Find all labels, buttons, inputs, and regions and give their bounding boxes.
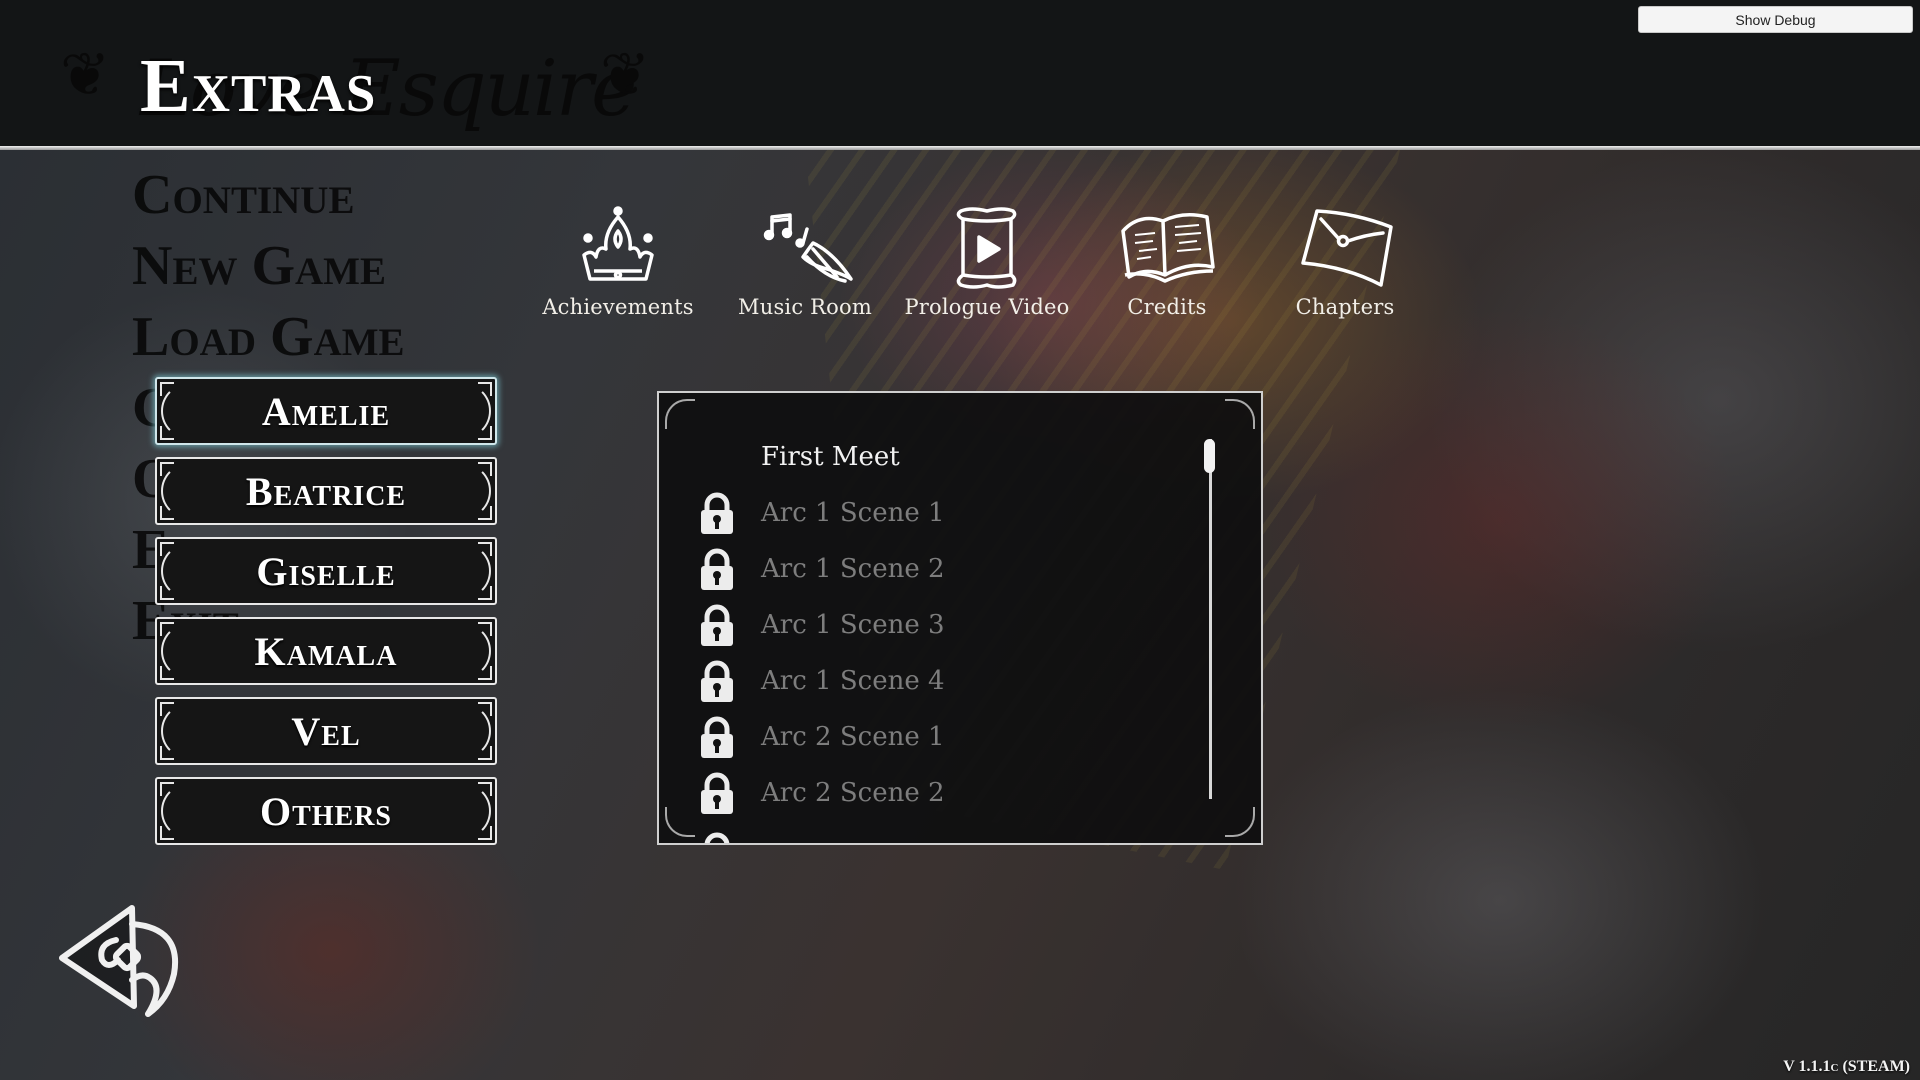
- scene-label: Arc 1 Scene 1: [761, 498, 945, 528]
- achievements-button[interactable]: Achievements: [528, 205, 708, 319]
- open-book-icon: [1121, 213, 1215, 283]
- menu-item-load-game[interactable]: Load Game: [132, 302, 405, 373]
- scene-item[interactable]: Arc 2 Scene 2: [699, 765, 1179, 821]
- scene-label: Arc 1 Scene 4: [761, 666, 945, 696]
- studio-logo-icon: [59, 905, 179, 1017]
- scene-list-panel: First Meet Arc 1 Scene 1 Arc 1 Scene 2 A…: [657, 391, 1263, 845]
- lock-icon: [704, 832, 730, 843]
- music-horn-icon: [763, 213, 853, 283]
- scene-label: First Meet: [761, 442, 900, 472]
- achievements-label: Achievements: [542, 295, 694, 319]
- lock-icon: [701, 492, 733, 534]
- character-label: Vel: [291, 708, 361, 754]
- lock-icon: [701, 604, 733, 646]
- scene-item-partial: [699, 821, 1179, 843]
- scene-item[interactable]: Arc 1 Scene 1: [699, 485, 1179, 541]
- character-button-others[interactable]: Others: [155, 777, 497, 845]
- wing-right-icon: ❦: [600, 40, 651, 110]
- crown-icon: [582, 206, 654, 281]
- scene-item[interactable]: Arc 1 Scene 2: [699, 541, 1179, 597]
- extras-navigation: Achievements Music Room Prologue Video C…: [530, 205, 1430, 335]
- scrollbar-thumb[interactable]: [1204, 439, 1215, 473]
- scene-label: Arc 2 Scene 2: [761, 778, 945, 808]
- scene-label: Arc 1 Scene 3: [761, 610, 945, 640]
- panel-corner-ornament: [1225, 399, 1255, 429]
- lock-icon: [701, 772, 733, 814]
- character-button-amelie[interactable]: Amelie: [155, 377, 497, 445]
- prologue-video-button[interactable]: Prologue Video: [897, 205, 1077, 319]
- prologue-video-label: Prologue Video: [904, 295, 1070, 319]
- show-debug-button[interactable]: Show Debug: [1638, 6, 1913, 33]
- version-label: V 1.1.1c (STEAM): [1783, 1058, 1910, 1075]
- header-divider: [0, 146, 1920, 150]
- scene-label: Arc 2 Scene 1: [761, 722, 945, 752]
- scene-item[interactable]: Arc 1 Scene 3: [699, 597, 1179, 653]
- character-button-kamala[interactable]: Kamala: [155, 617, 497, 685]
- panel-corner-ornament: [665, 807, 695, 837]
- music-room-button[interactable]: Music Room: [715, 205, 895, 319]
- scene-list: First Meet Arc 1 Scene 1 Arc 1 Scene 2 A…: [699, 429, 1179, 843]
- scene-label: Arc 1 Scene 2: [761, 554, 945, 584]
- credits-label: Credits: [1127, 295, 1207, 319]
- page-title: Extras: [140, 44, 377, 128]
- chapters-button[interactable]: Chapters: [1255, 205, 1435, 319]
- panel-corner-ornament: [1225, 807, 1255, 837]
- menu-item-new-game[interactable]: New Game: [132, 231, 405, 302]
- header-bar: ❦ Love Esquire ❦ Extras: [0, 0, 1920, 146]
- character-button-vel[interactable]: Vel: [155, 697, 497, 765]
- character-button-beatrice[interactable]: Beatrice: [155, 457, 497, 525]
- envelope-icon: [1301, 209, 1393, 287]
- scrollbar-track[interactable]: [1209, 439, 1212, 799]
- scene-item[interactable]: Arc 2 Scene 1: [699, 709, 1179, 765]
- lock-icon: [701, 660, 733, 702]
- music-room-label: Music Room: [738, 295, 872, 319]
- scroll-play-icon: [956, 207, 1017, 289]
- character-button-giselle[interactable]: Giselle: [155, 537, 497, 605]
- character-list: Amelie Beatrice Giselle Kamala Vel Other…: [155, 377, 497, 857]
- scene-item-first-meet[interactable]: First Meet: [699, 429, 1179, 485]
- panel-corner-ornament: [665, 399, 695, 429]
- character-label: Amelie: [261, 388, 391, 434]
- wing-left-icon: ❦: [60, 40, 111, 110]
- credits-button[interactable]: Credits: [1077, 205, 1257, 319]
- scene-item[interactable]: Arc 1 Scene 4: [699, 653, 1179, 709]
- chapters-label: Chapters: [1295, 295, 1395, 319]
- character-label: Kamala: [254, 628, 398, 674]
- character-label: Giselle: [256, 548, 396, 594]
- menu-item-continue[interactable]: Continue: [132, 160, 405, 231]
- character-label: Beatrice: [245, 468, 407, 514]
- character-label: Others: [259, 788, 393, 834]
- lock-icon: [701, 716, 733, 758]
- lock-icon: [701, 548, 733, 590]
